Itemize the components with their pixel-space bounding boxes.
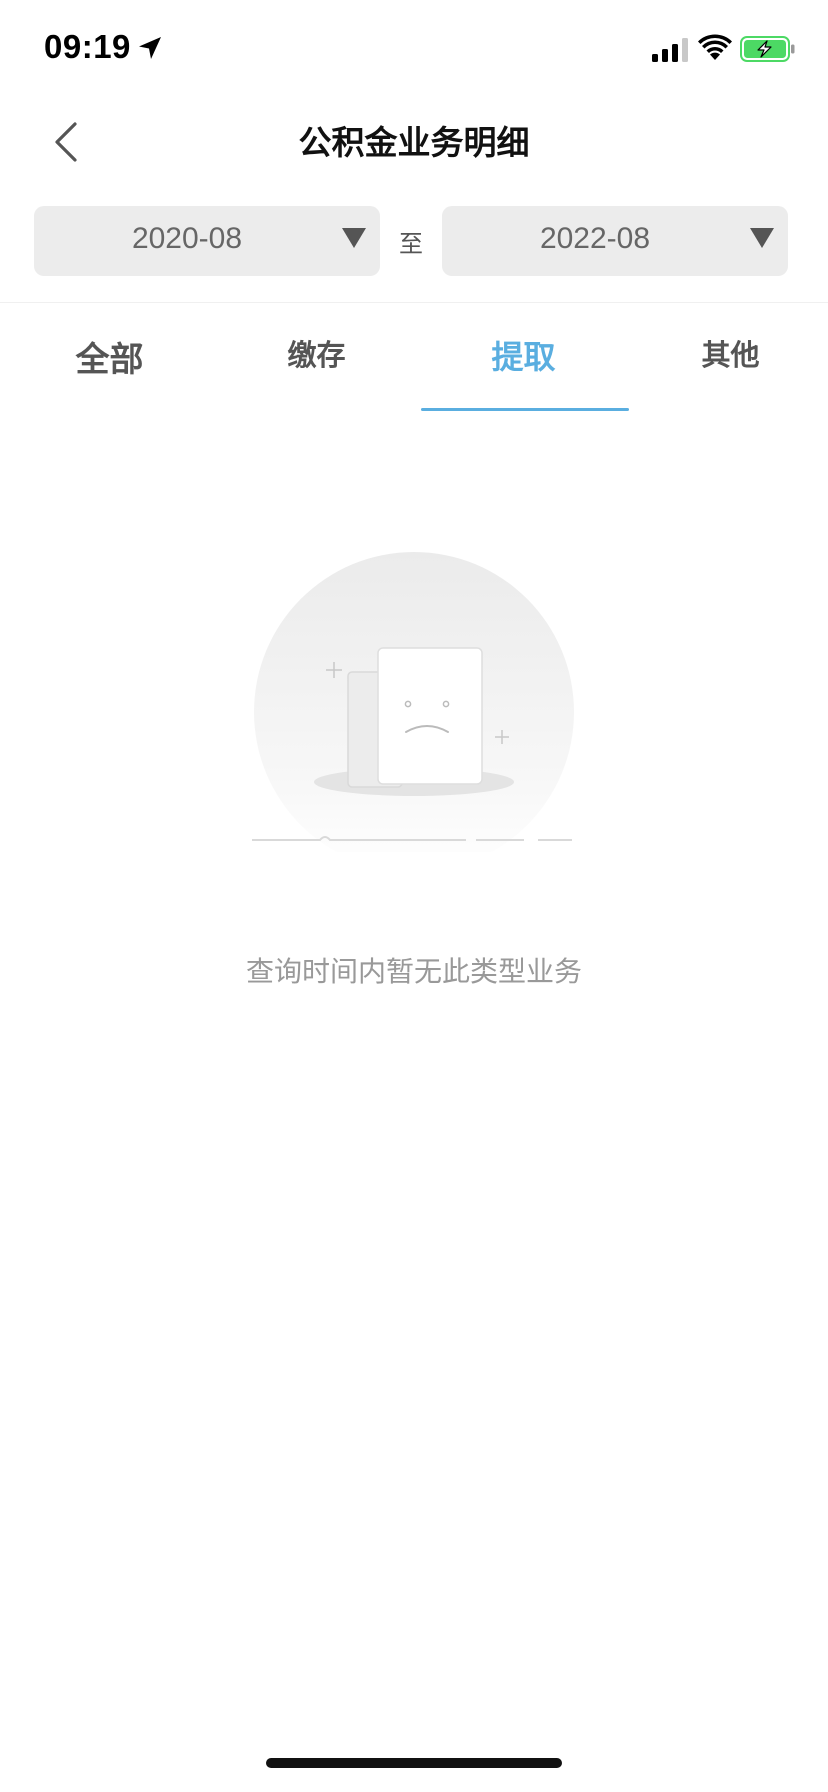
tab-deposit[interactable]: 缴存 <box>213 332 420 374</box>
cellular-signal-icon <box>652 38 688 62</box>
empty-document-sad-face-icon <box>252 552 574 852</box>
empty-state-message: 查询时间内暂无此类型业务 <box>245 955 582 988</box>
wifi-icon <box>698 34 732 60</box>
tab-bar: 全部 缴存 提取 其他 <box>0 304 828 414</box>
tab-withdraw[interactable]: 提取 <box>420 332 627 378</box>
tab-all[interactable]: 全部 <box>6 332 213 381</box>
date-range-filter: 2020-08 至 2022-08 <box>0 206 828 278</box>
end-date-value: 2022-08 <box>539 222 651 255</box>
range-separator: 至 <box>399 230 423 258</box>
end-date-select[interactable]: 2022-08 <box>442 206 788 276</box>
status-time: 09:19 <box>44 28 131 65</box>
navigation-bar: 公积金业务明细 <box>0 96 828 186</box>
status-bar: 09:19 <box>0 0 828 96</box>
battery-charging-icon <box>740 36 795 62</box>
home-indicator[interactable] <box>266 1758 562 1768</box>
active-tab-indicator <box>421 408 629 411</box>
divider <box>0 302 828 303</box>
start-date-select[interactable]: 2020-08 <box>34 206 380 276</box>
page-title: 公积金业务明细 <box>298 123 530 162</box>
screen: 09:19 公积金业务明细 2020-08 至 2022-08 全部 缴存 提取… <box>0 0 828 1792</box>
tab-other[interactable]: 其他 <box>627 332 828 374</box>
triangle-down-icon <box>750 228 774 248</box>
triangle-down-icon <box>342 228 366 248</box>
location-arrow-icon <box>139 37 161 59</box>
start-date-value: 2020-08 <box>131 222 243 255</box>
